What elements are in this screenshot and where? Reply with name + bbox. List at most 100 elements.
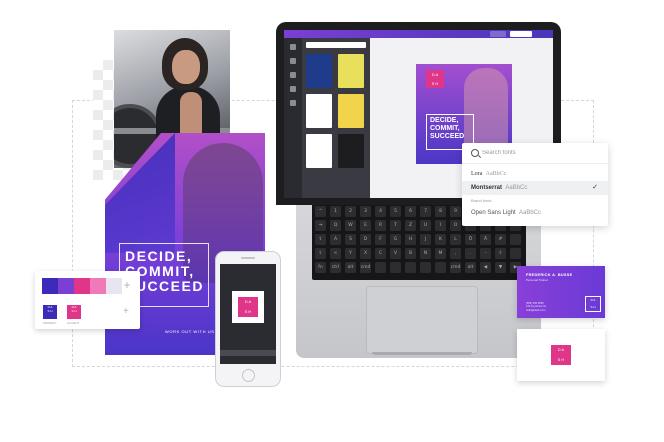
download-button[interactable] — [510, 31, 532, 37]
font-name: Open Sans Light — [471, 210, 516, 216]
text-icon[interactable] — [290, 86, 296, 92]
keyboard-key[interactable]: cmd — [450, 262, 461, 273]
keyboard-key[interactable]: N — [420, 248, 431, 259]
keyboard-key[interactable]: A — [330, 234, 341, 245]
keyboard-key[interactable]: T — [390, 220, 401, 231]
uploads-icon[interactable] — [290, 100, 296, 106]
keyboard-key[interactable]: < — [330, 248, 341, 259]
keyboard-key[interactable]: 5 — [390, 206, 401, 217]
template-thumbnail[interactable] — [306, 134, 332, 168]
color-swatch[interactable] — [90, 278, 106, 294]
add-logo-button[interactable]: + — [123, 306, 129, 317]
keyboard-key[interactable]: M — [435, 248, 446, 259]
logo-variant[interactable]: D A S H — [43, 305, 57, 319]
template-thumbnail[interactable] — [338, 134, 364, 168]
keyboard-key[interactable]: D — [360, 234, 371, 245]
color-swatch[interactable] — [74, 278, 90, 294]
keyboard-key[interactable]: ⇧ — [315, 248, 326, 259]
keyboard-key[interactable]: Y — [345, 248, 356, 259]
elements-icon[interactable] — [290, 72, 296, 78]
share-button[interactable] — [490, 31, 506, 37]
keyboard-key[interactable]: H — [405, 234, 416, 245]
editor-top-bar — [284, 30, 553, 38]
template-thumbnail[interactable] — [306, 94, 332, 128]
trackpad[interactable] — [366, 286, 478, 354]
keyboard-key[interactable]: ▼ — [495, 262, 506, 273]
keyboard-key[interactable]: ◀ — [480, 262, 491, 273]
keyboard-key[interactable]: I — [435, 220, 446, 231]
template-thumbnail[interactable] — [338, 94, 364, 128]
keyboard-key[interactable]: G — [390, 234, 401, 245]
font-name: Lora — [471, 171, 483, 177]
font-option-open-sans-light[interactable]: Open Sans Light AaBbCc — [462, 206, 608, 220]
font-option-lora[interactable]: Lora AaBbCc — [462, 167, 608, 181]
editor-icon-rail — [284, 38, 302, 198]
keyboard-key[interactable]: Z — [405, 220, 416, 231]
keyboard-key[interactable]: 6 — [405, 206, 416, 217]
card-name: FREDERICK A. BUSSE — [526, 273, 573, 277]
font-search-input[interactable] — [482, 147, 592, 158]
keyboard-key[interactable]: 8 — [435, 206, 446, 217]
keyboard-key[interactable]: K — [435, 234, 446, 245]
keyboard-key[interactable]: Q — [330, 220, 341, 231]
font-option-montserrat[interactable]: Montserrat AaBbCc ✓ — [462, 181, 608, 195]
keyboard-key[interactable]: 3 — [360, 206, 371, 217]
keyboard-key[interactable] — [420, 262, 431, 273]
keyboard-key[interactable]: cmd — [360, 262, 371, 273]
keyboard-key[interactable]: S — [345, 234, 356, 245]
search-icon — [471, 149, 479, 157]
keyboard-key[interactable]: B — [405, 248, 416, 259]
keyboard-key[interactable] — [510, 234, 521, 245]
keyboard-key[interactable]: J — [420, 234, 431, 245]
keyboard-key[interactable] — [435, 262, 446, 273]
keyboard-key[interactable]: E — [360, 220, 371, 231]
templates-icon[interactable] — [290, 44, 296, 50]
keyboard-key[interactable]: U — [420, 220, 431, 231]
keyboard-key[interactable]: 1 — [330, 206, 341, 217]
business-card-front: FREDERICK A. BUSSE Personal Trainer (555… — [517, 266, 605, 318]
keyboard-key[interactable]: ⇪ — [315, 234, 326, 245]
template-search-input[interactable] — [306, 42, 366, 48]
keyboard-key[interactable]: V — [390, 248, 401, 259]
keyboard-key[interactable]: 4 — [375, 206, 386, 217]
keyboard-key[interactable]: ctrl — [330, 262, 341, 273]
keyboard-key[interactable]: 7 — [420, 206, 431, 217]
keyboard-key[interactable]: 2 — [345, 206, 356, 217]
keyboard-key[interactable]: Ä — [480, 234, 491, 245]
keyboard-key[interactable]: C — [375, 248, 386, 259]
keyboard-key[interactable] — [510, 248, 521, 259]
keyboard-key[interactable] — [390, 262, 401, 273]
keyboard-key[interactable]: alt — [345, 262, 356, 273]
keyboard-key[interactable]: W — [345, 220, 356, 231]
keyboard-key[interactable]: . — [465, 248, 476, 259]
font-search-bar — [462, 143, 608, 164]
checkmark-icon: ✓ — [592, 184, 598, 191]
add-color-button[interactable]: + — [121, 277, 133, 293]
keyboard-key[interactable]: R — [375, 220, 386, 231]
template-thumbnail[interactable] — [338, 54, 364, 88]
keyboard-key[interactable]: ⇥ — [315, 220, 326, 231]
keyboard-key[interactable]: F — [375, 234, 386, 245]
keyboard-key[interactable]: - — [480, 248, 491, 259]
color-swatch[interactable] — [106, 278, 122, 294]
keyboard-key[interactable]: ⇧ — [495, 248, 506, 259]
keyboard-key[interactable]: O — [450, 220, 461, 231]
keyboard-key[interactable]: alt — [465, 262, 476, 273]
template-thumbnail[interactable] — [306, 54, 332, 88]
card-logo: D A S H — [585, 296, 601, 312]
keyboard-key[interactable]: X — [360, 248, 371, 259]
color-swatch[interactable] — [42, 278, 58, 294]
home-button[interactable] — [242, 369, 255, 382]
keyboard-key[interactable]: Ö — [465, 234, 476, 245]
keyboard-key[interactable]: , — [450, 248, 461, 259]
keyboard-key[interactable] — [375, 262, 386, 273]
keyboard-key[interactable]: 9 — [450, 206, 461, 217]
logo-variant[interactable]: D A S H — [67, 305, 81, 319]
color-swatch[interactable] — [58, 278, 74, 294]
keyboard-key[interactable]: ^ — [315, 206, 326, 217]
keyboard-key[interactable]: L — [450, 234, 461, 245]
keyboard-key[interactable] — [405, 262, 416, 273]
keyboard-key[interactable]: fn — [315, 262, 326, 273]
keyboard-key[interactable]: # — [495, 234, 506, 245]
photos-icon[interactable] — [290, 58, 296, 64]
